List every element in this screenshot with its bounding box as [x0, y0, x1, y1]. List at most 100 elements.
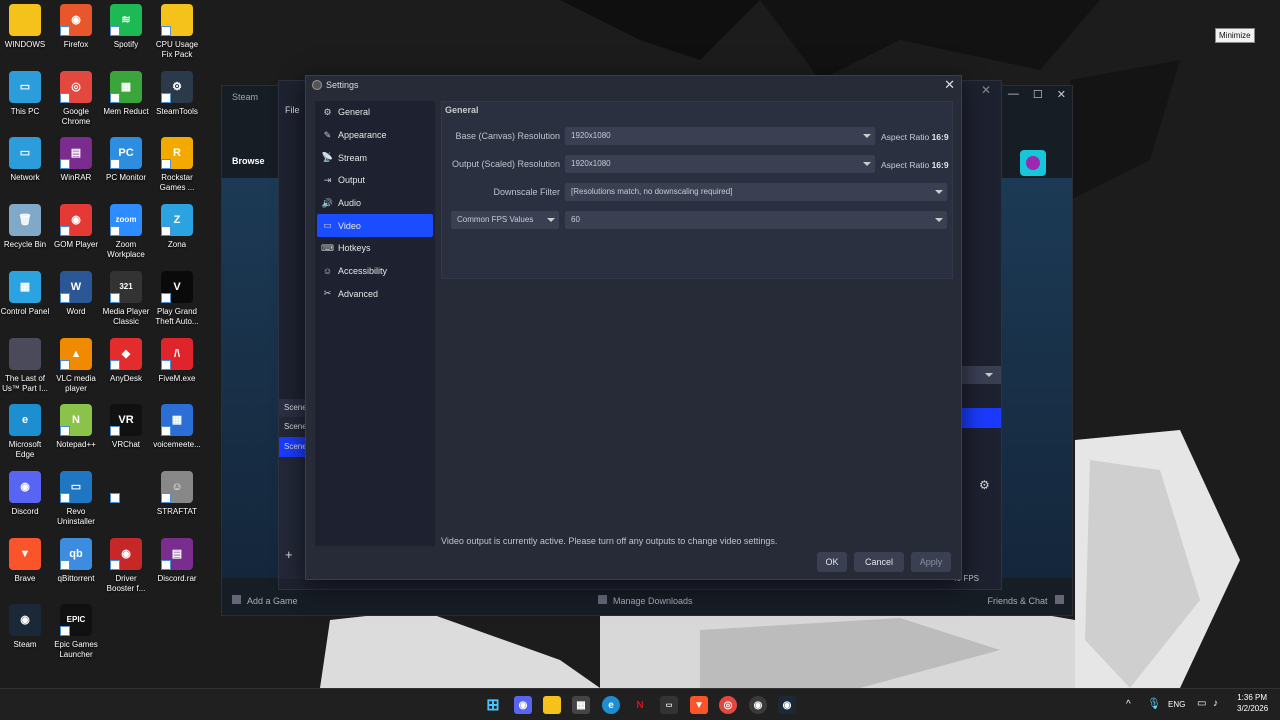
- steam-close-button[interactable]: ✕: [1057, 88, 1066, 101]
- desktop-icon[interactable]: ▦ voicemeete...: [152, 404, 202, 450]
- steam-purple-button[interactable]: [1020, 150, 1046, 176]
- desktop-icon[interactable]: ▦ Control Panel: [0, 270, 50, 317]
- desktop-icon-label: Control Panel: [0, 306, 50, 316]
- desktop-icon[interactable]: e Microsoft Edge: [0, 404, 50, 460]
- base-resolution-select[interactable]: 1920x1080: [565, 127, 875, 145]
- desktop-icon[interactable]: 🗑 Recycle Bin: [0, 204, 50, 250]
- desktop-icon[interactable]: 321 Media Player Classic: [101, 270, 151, 327]
- desktop-icon[interactable]: ⚙ SteamTools: [152, 70, 202, 117]
- desktop-icon[interactable]: ◆ AnyDesk: [101, 337, 151, 384]
- sidebar-item-stream[interactable]: 📡 Stream: [315, 146, 435, 169]
- apply-button[interactable]: Apply: [911, 552, 951, 572]
- desktop-icon[interactable]: ▦ Mem Reduct: [101, 70, 151, 117]
- sidebar-item-hotkeys[interactable]: ⌨ Hotkeys: [315, 237, 435, 260]
- discord-taskbar-icon[interactable]: ◉: [514, 696, 532, 714]
- sidebar-item-output[interactable]: ⇥ Output: [315, 169, 435, 192]
- steam-taskbar-icon[interactable]: ◉: [778, 696, 796, 714]
- volume-icon[interactable]: ♪: [1213, 698, 1218, 709]
- add-game-button[interactable]: Add a Game: [232, 594, 298, 606]
- desktop-icon[interactable]: ▲ VLC media player: [51, 337, 101, 394]
- ok-button[interactable]: OK: [817, 552, 847, 572]
- desktop-icon[interactable]: zoom Zoom Workplace: [101, 204, 151, 260]
- desktop-icon[interactable]: CPU Usage Fix Pack: [152, 4, 202, 60]
- base-aspect-ratio: Aspect Ratio 16:9: [881, 132, 949, 142]
- start-button-icon[interactable]: ⊞: [484, 696, 502, 714]
- desktop-icon[interactable]: ▭ Network: [0, 137, 50, 183]
- desktop-icon[interactable]: ◉ GOM Player: [51, 204, 101, 250]
- desktop-icon-label: voicemeete...: [153, 440, 201, 450]
- manage-downloads-button[interactable]: Manage Downloads: [598, 594, 693, 606]
- desktop-icon[interactable]: N Notepad++: [51, 404, 101, 450]
- desktop-icon[interactable]: V Play Grand Theft Auto...: [152, 270, 202, 327]
- app-icon: ▦: [110, 70, 142, 103]
- app-icon: ◉: [60, 4, 92, 36]
- desktop-icon-label: Word: [66, 306, 86, 316]
- language-indicator[interactable]: ENG: [1168, 700, 1185, 709]
- sidebar-item-general[interactable]: ⚙ General: [315, 101, 435, 124]
- desktop-icon[interactable]: ◉ Firefox: [51, 4, 101, 50]
- desktop-icon[interactable]: ▭ This PC: [0, 70, 50, 117]
- desktop-icon[interactable]: ◉ Driver Booster f...: [101, 537, 151, 594]
- sidebar-item-audio[interactable]: 🔊 Audio: [315, 192, 435, 215]
- steam-minimize-button[interactable]: —: [1008, 88, 1019, 101]
- taskbar: ⊞ ◉ ▦ e N ▭ ▼ ◎ ◉ ◉ ^ 🎙 ENG ▭ ♪ 1:36 PM …: [0, 688, 1280, 720]
- obs-close-button[interactable]: ✕: [981, 83, 991, 97]
- tray-overflow-chevron-icon[interactable]: ^: [1126, 699, 1131, 710]
- app-icon: [161, 4, 193, 36]
- sidebar-item-advanced[interactable]: ✂ Advanced: [315, 283, 435, 306]
- aspect-ratio-label: Aspect Ratio: [881, 160, 930, 170]
- desktop-icon[interactable]: qb qBittorrent: [51, 537, 101, 584]
- fps-type-select[interactable]: Common FPS Values: [451, 211, 559, 229]
- tv-taskbar-icon[interactable]: ▭: [660, 696, 678, 714]
- desktop-icon-label: WINDOWS: [4, 40, 46, 49]
- output-resolution-select[interactable]: 1920x1080: [565, 155, 875, 173]
- obs-taskbar-icon[interactable]: ◉: [749, 696, 767, 714]
- desktop-icon[interactable]: R Rockstar Games ...: [152, 137, 202, 193]
- chrome-taskbar-icon[interactable]: ◎: [719, 696, 737, 714]
- obs-file-menu[interactable]: File: [285, 105, 300, 115]
- desktop-icon[interactable]: W Word: [51, 270, 101, 317]
- desktop-icon[interactable]: ▭ Revo Uninstaller: [51, 470, 101, 527]
- audio-icon: 🔊: [321, 197, 334, 208]
- fps-value-select[interactable]: 60: [565, 211, 947, 229]
- microphone-icon[interactable]: 🎙: [1147, 697, 1161, 710]
- desktop-icon[interactable]: ▤ Discord.rar: [152, 537, 202, 584]
- desktop-icon[interactable]: PC PC Monitor: [101, 137, 151, 183]
- brave-taskbar-icon[interactable]: ▼: [690, 696, 708, 714]
- desktop-icon[interactable]: ☺ STRAFTAT: [152, 470, 202, 517]
- desktop-icon[interactable]: ▼ Brave: [0, 537, 50, 584]
- steam-maximize-button[interactable]: ☐: [1033, 88, 1043, 101]
- sidebar-item-appearance[interactable]: ✎ Appearance: [315, 124, 435, 147]
- desktop-icon[interactable]: WINDOWS: [0, 4, 50, 50]
- settings-close-button[interactable]: ✕: [944, 77, 955, 93]
- desktop-icon[interactable]: [101, 471, 151, 507]
- file-explorer-taskbar-icon[interactable]: [543, 696, 561, 714]
- desktop-icon[interactable]: ◎ Google Chrome: [51, 70, 101, 127]
- desktop-icon[interactable]: ≋ Spotify: [101, 4, 151, 50]
- desktop-icon[interactable]: ◉ Discord: [0, 470, 50, 517]
- desktop-icon[interactable]: ▤ WinRAR: [51, 137, 101, 183]
- sidebar-item-video[interactable]: ▭ Video: [317, 214, 433, 238]
- desktop-icon[interactable]: Z Zona: [152, 204, 202, 250]
- desktop-icon[interactable]: EPIC Epic Games Launcher: [51, 604, 101, 660]
- desktop-icon-label: Revo Uninstaller: [57, 506, 95, 526]
- network-icon[interactable]: ▭: [1197, 698, 1206, 709]
- steam-browse-tab[interactable]: Browse: [232, 156, 265, 166]
- edge-taskbar-icon[interactable]: e: [602, 696, 620, 714]
- app-icon: e: [9, 404, 41, 437]
- desktop-icon[interactable]: VR VRChat: [101, 404, 151, 450]
- desktop-icon[interactable]: /\ FiveM.exe: [152, 337, 202, 384]
- clock[interactable]: 1:36 PM 3/2/2026: [1237, 693, 1268, 713]
- add-scene-button[interactable]: +: [285, 547, 293, 562]
- obs-dropdown[interactable]: [961, 366, 1001, 384]
- downscale-filter-select[interactable]: [Resolutions match, no downscaling requi…: [565, 183, 947, 201]
- sidebar-item-accessibility[interactable]: ☺ Accessibility: [315, 260, 435, 283]
- desktop-icon[interactable]: The Last of Us™ Part I...: [0, 337, 50, 394]
- store-taskbar-icon[interactable]: ▦: [572, 696, 590, 714]
- friends-chat-button[interactable]: Friends & Chat: [987, 594, 1064, 606]
- netflix-taskbar-icon[interactable]: N: [631, 696, 649, 714]
- cancel-button[interactable]: Cancel: [854, 552, 904, 572]
- obs-settings-gear-icon[interactable]: ⚙: [979, 478, 1001, 492]
- desktop-icon[interactable]: ◉ Steam: [0, 604, 50, 650]
- obs-active-control[interactable]: [961, 408, 1001, 428]
